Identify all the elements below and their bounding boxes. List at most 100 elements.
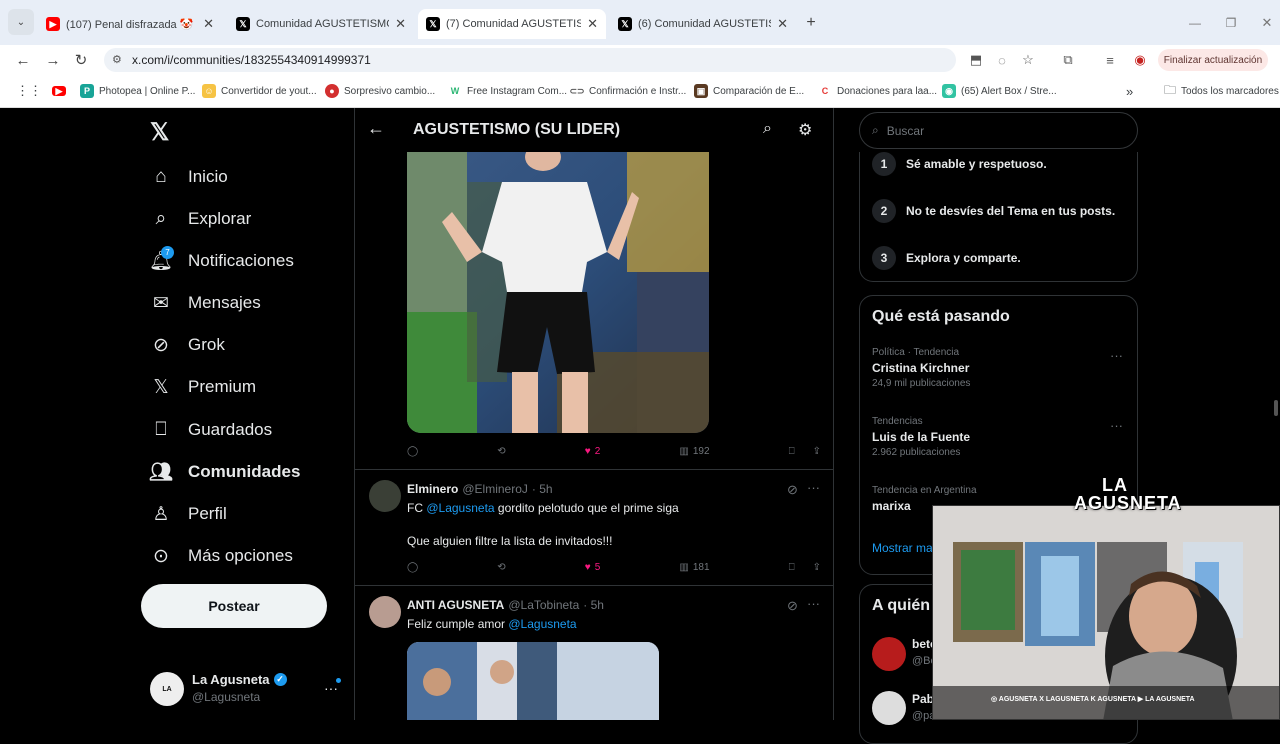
all-bookmarks[interactable]: 🗀 Todos los marcadores (1164, 83, 1279, 99)
trend-item[interactable]: Política · Tendencia Cristina Kirchner 2… (872, 347, 970, 389)
minimize-button[interactable]: — (1182, 9, 1208, 37)
forward-button[interactable]: → (40, 45, 66, 75)
sidebar-item-guardados[interactable]: ⎕ Guardados (150, 416, 272, 444)
trend-title: Luis de la Fuente (872, 430, 971, 444)
more-bookmarks-icon[interactable]: » (1126, 83, 1133, 99)
sidebar-item-explorar[interactable]: ⌕ Explorar (150, 205, 252, 233)
post-image[interactable] (407, 642, 659, 720)
share-icon[interactable]: ⇪ (813, 446, 821, 457)
page-scrollbar[interactable] (1274, 400, 1278, 416)
close-window-button[interactable]: ✕ (1254, 9, 1280, 37)
back-arrow-icon[interactable]: ← (367, 118, 385, 139)
tweet[interactable]: Elminero @ElmineroJ · 5h ⊘ ··· FC @Lagus… (355, 470, 833, 585)
tab-youtube[interactable]: ▶ (107) Penal disfrazada 🤡 || Jorn ✕ (38, 9, 222, 39)
more-icon[interactable]: ··· (1110, 418, 1123, 433)
bookmark-comparison[interactable]: ▣ Comparación de E... (694, 83, 804, 99)
profile-icon[interactable]: ◉ (1128, 45, 1152, 75)
tab-community-3[interactable]: 𝕏 (6) Comunidad AGUSTETISMO ✕ (610, 9, 796, 39)
repost-button[interactable]: ⟲ (497, 562, 505, 573)
reply-button[interactable]: ◯ (407, 562, 418, 573)
gear-icon[interactable]: ⚙ (798, 120, 812, 140)
close-icon[interactable]: ✕ (203, 16, 214, 32)
maximize-button[interactable]: ❐ (1218, 9, 1244, 37)
tab-community-1[interactable]: 𝕏 Comunidad AGUSTETISMO (SU ✕ (228, 9, 414, 39)
views-button[interactable]: ▥ 181 (679, 562, 709, 573)
back-button[interactable]: ← (10, 45, 36, 75)
more-icon[interactable]: ··· (1110, 348, 1123, 363)
extensions-icon[interactable]: ⧉ (1056, 45, 1080, 75)
trend-item[interactable]: Tendencias Luis de la Fuente 2.962 publi… (872, 416, 970, 458)
like-button[interactable]: ♥ 2 (585, 446, 601, 457)
bookmark-icon[interactable]: ⎕ (789, 446, 795, 457)
close-icon[interactable]: ✕ (395, 16, 406, 32)
grok-explain-icon[interactable]: ⊘ (787, 598, 798, 614)
reply-icon: ◯ (407, 561, 419, 573)
bookmark-news[interactable]: ● Sorpresivo cambio... (325, 83, 435, 99)
author-handle[interactable]: @ElmineroJ (462, 482, 528, 496)
bookmark-converter[interactable]: ☺ Convertidor de yout... (202, 83, 317, 99)
sidebar-item-mensajes[interactable]: ✉ Mensajes (150, 289, 261, 317)
tab-search-icon[interactable]: ⌄ (8, 9, 34, 35)
install-app-icon[interactable]: ⬒ (964, 45, 988, 75)
bookmark-photopea[interactable]: P Photopea | Online P... (80, 83, 195, 99)
show-more-link[interactable]: Mostrar ma (872, 541, 933, 555)
author-name[interactable]: ANTI AGUSNETA (407, 598, 504, 612)
rule-number: 1 (872, 152, 896, 176)
x-logo-icon[interactable]: 𝕏 (150, 118, 169, 147)
mention-link[interactable]: @Lagusneta (426, 501, 494, 515)
apps-icon[interactable]: ⋮⋮ (16, 83, 42, 99)
like-count: 2 (594, 445, 601, 457)
url-field[interactable]: ⚙ x.com/i/communities/183255434091499937… (104, 48, 956, 72)
search-input[interactable]: ⌕ Buscar (859, 112, 1138, 149)
tab-community-active[interactable]: 𝕏 (7) Comunidad AGUSTETISMO ✕ (418, 9, 606, 39)
bookmark-instagram-tool[interactable]: W Free Instagram Com... (448, 83, 567, 99)
like-button[interactable]: ♥ 5 (585, 562, 601, 573)
author-name[interactable]: Elminero (407, 482, 458, 496)
tweet-text-line1: Feliz cumple amor @Lagusneta (407, 617, 577, 631)
search-icon[interactable]: ⌕ (763, 120, 772, 138)
sidebar-item-inicio[interactable]: ⌂ Inicio (150, 163, 227, 191)
bookmark-donations[interactable]: C Donaciones para laa... (818, 83, 937, 99)
more-icon[interactable]: ··· (807, 480, 820, 495)
eye-off-icon[interactable]: ◌ (990, 45, 1014, 75)
avatar[interactable] (369, 596, 401, 628)
close-icon[interactable]: ✕ (587, 16, 598, 32)
logo-text: AGUSNETA (1074, 493, 1182, 513)
avatar[interactable] (369, 480, 401, 512)
star-icon[interactable]: ☆ (1016, 45, 1040, 75)
sidebar-item-premium[interactable]: 𝕏 Premium (150, 373, 256, 401)
bookmark-youtube[interactable]: ▶ (52, 83, 66, 99)
media-control-icon[interactable]: ≡ (1098, 45, 1122, 75)
author-handle[interactable]: @LaTobineta (508, 598, 579, 612)
grok-explain-icon[interactable]: ⊘ (787, 482, 798, 498)
x-icon: 𝕏 (618, 17, 632, 31)
timestamp[interactable]: · 5h (583, 598, 604, 612)
share-icon[interactable]: ⇪ (813, 562, 821, 573)
site-info-icon[interactable]: ⚙ (112, 53, 122, 66)
tweet[interactable]: ANTI AGUSNETA @LaTobineta · 5h ⊘ ··· Fel… (355, 586, 833, 720)
new-tab-button[interactable]: + (798, 9, 824, 37)
post-button[interactable]: Postear (141, 584, 327, 628)
mention-link[interactable]: @Lagusneta (508, 617, 576, 631)
sidebar-item-grok[interactable]: ⊘ Grok (150, 331, 225, 359)
bookmark-confirmation[interactable]: ⊂⊃ Confirmación e Instr... (569, 83, 686, 99)
close-icon[interactable]: ✕ (777, 16, 788, 32)
sidebar-item-perfil[interactable]: ♙ Perfil (150, 500, 226, 528)
timestamp[interactable]: · 5h (532, 482, 553, 496)
sidebar-item-mas-opciones[interactable]: ⊙ Más opciones (150, 542, 293, 570)
trend-count: 24,9 mil publicaciones (872, 378, 971, 389)
views-button[interactable]: ▥ 192 (679, 446, 709, 457)
update-button[interactable]: Finalizar actualización (1158, 49, 1268, 71)
more-icon[interactable]: ··· (807, 596, 820, 611)
suggestion-name[interactable]: Pab (912, 692, 934, 706)
reload-button[interactable]: ↻ (68, 45, 94, 75)
post-video[interactable] (407, 152, 709, 433)
repost-button[interactable]: ⟲ (497, 446, 505, 457)
sidebar-item-comunidades[interactable]: 👥︎ Comunidades (149, 458, 300, 486)
avatar[interactable] (872, 637, 906, 671)
reply-button[interactable]: ◯ (407, 446, 418, 457)
sidebar-item-notificaciones[interactable]: 🔔︎ 7 Notificaciones (149, 246, 294, 275)
account-switcher[interactable]: LA La Agusneta ✓ @Lagusneta ··· (148, 670, 348, 710)
bookmark-alertbox[interactable]: ◉ (65) Alert Box / Stre... (942, 83, 1057, 99)
bookmark-icon[interactable]: ⎕ (789, 562, 795, 573)
